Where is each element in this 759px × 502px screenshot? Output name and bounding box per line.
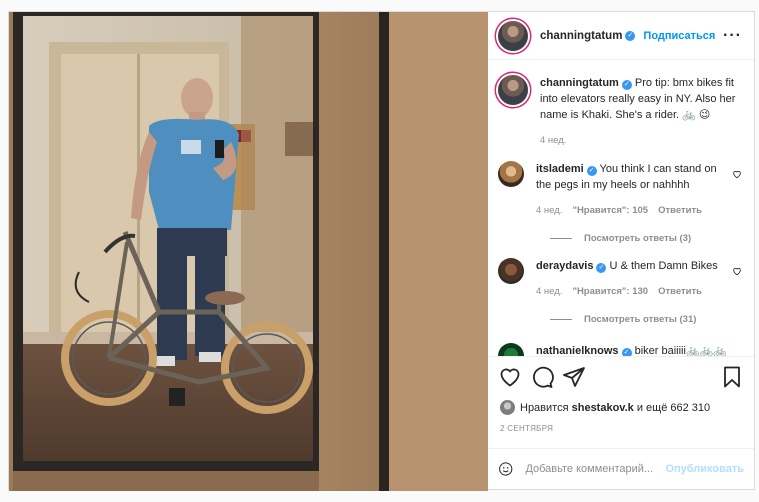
view-replies-button[interactable]: Посмотреть ответы (31) (550, 314, 744, 325)
emoji-icon[interactable] (498, 459, 513, 479)
comment-likes[interactable]: "Нравится": 130 (572, 284, 648, 300)
comment-username[interactable]: deraydavis (536, 260, 593, 272)
comment-username[interactable]: itslademi (536, 163, 584, 175)
like-comment-heart-icon[interactable] (732, 169, 742, 179)
verified-badge-icon: ✓ (596, 263, 607, 273)
more-horizontal-icon[interactable]: ··· (723, 27, 744, 45)
view-replies-label: Посмотреть ответы (3) (584, 233, 692, 244)
comment-icon[interactable] (530, 365, 554, 389)
author-username[interactable]: channingtatum (540, 30, 622, 42)
publish-button[interactable]: Опубликовать (665, 463, 744, 475)
caption-avatar[interactable] (498, 75, 528, 105)
comment-likes[interactable]: "Нравится": 105 (572, 203, 648, 219)
comment-item: itslademi ✓ You think I can stand on the … (498, 161, 744, 219)
commenter-avatar[interactable] (498, 343, 524, 356)
verified-badge-icon: ✓ (621, 80, 632, 90)
post-header: channingtatum ✓ Подписаться ··· (488, 12, 754, 60)
comment-item: nathanielknows✓ biker baiiiii🚲🚲🚲🚲 (498, 343, 744, 356)
replies-divider (550, 319, 572, 320)
verified-badge-icon: ✓ (625, 30, 636, 41)
follow-button[interactable]: Подписаться (643, 30, 715, 42)
caption-username[interactable]: channingtatum (540, 77, 619, 89)
commenter-avatar[interactable] (498, 161, 524, 187)
likes-prefix: Нравится (520, 401, 569, 414)
post-photo[interactable] (9, 12, 488, 491)
post-date[interactable]: 2 СЕНТЯБРЯ (500, 424, 553, 433)
add-comment-bar: Опубликовать (488, 448, 754, 489)
liker-avatar (500, 400, 515, 415)
comment-time[interactable]: 4 нед. (536, 284, 562, 300)
paper-plane-icon[interactable] (562, 365, 586, 389)
comment-item: deraydavis ✓ U & them Damn Bikes 4 нед. "… (498, 258, 744, 300)
heart-icon[interactable] (498, 365, 522, 389)
comment-input[interactable] (525, 463, 666, 475)
caption-time[interactable]: 4 нед. (540, 133, 566, 149)
verified-badge-icon: ✓ (621, 348, 632, 356)
action-bar (488, 356, 754, 396)
instagram-post: channingtatum ✓ Подписаться ··· channing… (8, 11, 755, 491)
author-avatar[interactable] (498, 20, 528, 51)
liker-username[interactable]: shestakov.k (572, 402, 634, 414)
comments-list[interactable]: channingtatum ✓ Pro tip: bmx bikes fit in… (488, 61, 754, 356)
commenter-avatar[interactable] (498, 258, 524, 284)
elevator-mirror-selfie-image (9, 12, 488, 491)
likes-summary[interactable]: Нравится shestakov.k и ещё 662 310 (500, 400, 710, 415)
comment-username[interactable]: nathanielknows (536, 345, 619, 356)
comment-time[interactable]: 4 нед. (536, 203, 562, 219)
likes-suffix[interactable]: и ещё 662 310 (637, 402, 710, 414)
verified-badge-icon: ✓ (586, 166, 597, 176)
bookmark-icon[interactable] (720, 365, 744, 389)
comment-text: U & them Damn Bikes (609, 260, 718, 272)
view-replies-label: Посмотреть ответы (31) (584, 314, 697, 325)
replies-divider (550, 238, 572, 239)
caption: channingtatum ✓ Pro tip: bmx bikes fit in… (498, 75, 744, 149)
post-side-panel: channingtatum ✓ Подписаться ··· channing… (488, 12, 754, 489)
reply-button[interactable]: Ответить (658, 203, 702, 219)
view-replies-button[interactable]: Посмотреть ответы (3) (550, 233, 744, 244)
like-comment-heart-icon[interactable] (732, 266, 742, 276)
reply-button[interactable]: Ответить (658, 284, 702, 300)
